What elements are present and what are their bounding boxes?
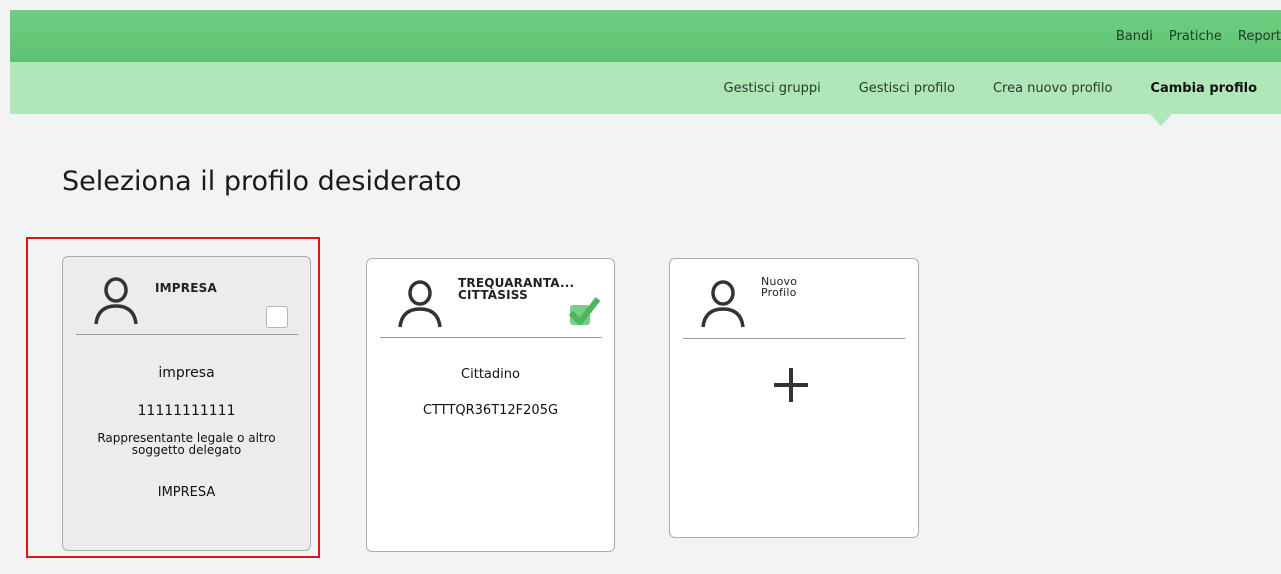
- user-icon: [398, 280, 442, 328]
- top-nav-bandi[interactable]: Bandi: [1116, 29, 1153, 44]
- profile-company: IMPRESA: [157, 485, 216, 500]
- profile-card-cittadino[interactable]: TREQUARANTA... CITTASISS Cittadino CTTTQ…: [366, 258, 615, 552]
- card-divider: [76, 334, 298, 335]
- top-nav: Bandi Pratiche Report: [1100, 10, 1281, 62]
- active-tab-indicator: [1150, 114, 1172, 126]
- card-divider: [683, 338, 905, 339]
- user-icon: [94, 277, 138, 325]
- profile-role: Rappresentante legale o altro soggetto d…: [97, 431, 276, 457]
- checked-icon[interactable]: [565, 293, 601, 329]
- profile-checkbox[interactable]: [266, 306, 288, 328]
- card-divider: [380, 337, 602, 338]
- profile-card-impresa[interactable]: IMPRESA impresa 11111111111 Rappresentan…: [62, 256, 311, 551]
- new-profile-card[interactable]: Nuovo Profilo: [669, 258, 919, 538]
- sub-nav-cambia-profilo[interactable]: Cambia profilo: [1150, 81, 1257, 96]
- profile-header: Nuovo Profilo: [761, 275, 798, 299]
- profile-type: Cittadino: [461, 367, 520, 382]
- profile-sub-navigation: Gestisci gruppi Gestisci profilo Crea nu…: [10, 62, 1281, 114]
- profile-fiscal-code: CTTTQR36T12F205G: [422, 403, 559, 418]
- profile-header: TREQUARANTA... CITTASISS: [458, 276, 575, 302]
- page-title: Seleziona il profilo desiderato: [62, 166, 462, 197]
- top-navigation-bar: Bandi Pratiche Report: [10, 10, 1281, 62]
- top-nav-report[interactable]: Report: [1238, 29, 1281, 44]
- user-icon: [701, 280, 745, 328]
- profile-header: IMPRESA: [155, 281, 217, 295]
- plus-icon[interactable]: [772, 366, 810, 404]
- sub-nav-gestisci-gruppi[interactable]: Gestisci gruppi: [724, 81, 821, 96]
- sub-nav-gestisci-profilo[interactable]: Gestisci profilo: [859, 81, 955, 96]
- top-nav-pratiche[interactable]: Pratiche: [1169, 29, 1222, 44]
- profile-fiscal-code: 11111111111: [137, 403, 236, 419]
- profile-type: impresa: [158, 365, 215, 381]
- sub-nav-crea-nuovo-profilo[interactable]: Crea nuovo profilo: [993, 81, 1112, 96]
- sub-nav: Gestisci gruppi Gestisci profilo Crea nu…: [686, 62, 1257, 114]
